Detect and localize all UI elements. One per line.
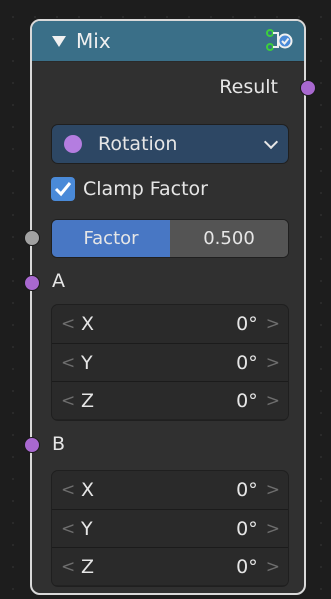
node-group-icon (264, 27, 294, 55)
field-a-x[interactable]: < X 0° > (52, 305, 288, 343)
data-type-label: Rotation (98, 133, 178, 155)
output-row: Result (32, 62, 304, 112)
axis-label: Y (81, 517, 93, 540)
rotation-type-icon (64, 135, 82, 153)
increment-arrow-icon[interactable]: > (266, 480, 280, 500)
collapse-arrow-icon[interactable] (52, 35, 66, 47)
clamp-factor-label: Clamp Factor (83, 178, 208, 200)
node-body: Result Rotation Clamp Factor Factor 0.50… (24, 62, 316, 587)
decrement-arrow-icon[interactable]: < (61, 391, 81, 411)
increment-arrow-icon[interactable]: > (266, 353, 280, 373)
axis-value: 0° (236, 555, 258, 578)
axis-value: 0° (236, 313, 258, 335)
field-b-z[interactable]: < Z 0° > (52, 547, 288, 585)
chevron-down-icon (263, 134, 279, 149)
vector-field-a: < X 0° > < Y 0° > < Z 0° > (51, 304, 289, 421)
decrement-arrow-icon[interactable]: < (61, 557, 81, 577)
field-b-y[interactable]: < Y 0° > (52, 509, 288, 547)
input-a-label: A (52, 270, 65, 292)
factor-slider[interactable]: Factor 0.500 (51, 219, 289, 258)
axis-value: 0° (236, 517, 258, 540)
axis-label: Z (81, 555, 95, 578)
axis-label: X (81, 313, 95, 335)
a-input-socket[interactable] (24, 275, 40, 291)
data-type-dropdown[interactable]: Rotation (51, 124, 289, 164)
axis-value: 0° (236, 479, 258, 501)
decrement-arrow-icon[interactable]: < (61, 353, 81, 373)
decrement-arrow-icon[interactable]: < (61, 480, 81, 500)
output-label: Result (219, 76, 278, 98)
axis-value: 0° (236, 389, 258, 412)
clamp-factor-toggle[interactable]: Clamp Factor (51, 174, 208, 204)
increment-arrow-icon[interactable]: > (266, 557, 280, 577)
increment-arrow-icon[interactable]: > (266, 314, 280, 334)
vector-field-b: < X 0° > < Y 0° > < Z 0° > (51, 470, 289, 587)
result-output-socket[interactable] (300, 80, 316, 96)
b-input-socket[interactable] (24, 437, 40, 453)
factor-value: 0.500 (170, 220, 288, 257)
axis-label: Y (81, 351, 93, 374)
axis-value: 0° (236, 351, 258, 374)
node-title: Mix (76, 29, 111, 53)
mix-node[interactable]: Mix Result Rotation Clamp Factor Factor … (24, 19, 316, 595)
node-header[interactable]: Mix (32, 21, 304, 62)
input-b-label: B (52, 433, 66, 455)
decrement-arrow-icon[interactable]: < (61, 314, 81, 334)
decrement-arrow-icon[interactable]: < (61, 519, 81, 539)
axis-label: Z (81, 389, 95, 412)
field-b-x[interactable]: < X 0° > (52, 471, 288, 509)
increment-arrow-icon[interactable]: > (266, 391, 280, 411)
factor-fill: Factor (52, 220, 170, 257)
factor-label: Factor (83, 228, 139, 249)
field-a-z[interactable]: < Z 0° > (52, 381, 288, 419)
field-a-y[interactable]: < Y 0° > (52, 343, 288, 381)
increment-arrow-icon[interactable]: > (266, 519, 280, 539)
axis-label: X (81, 479, 95, 501)
checkmark-icon[interactable] (51, 177, 75, 201)
factor-input-socket[interactable] (24, 230, 40, 246)
